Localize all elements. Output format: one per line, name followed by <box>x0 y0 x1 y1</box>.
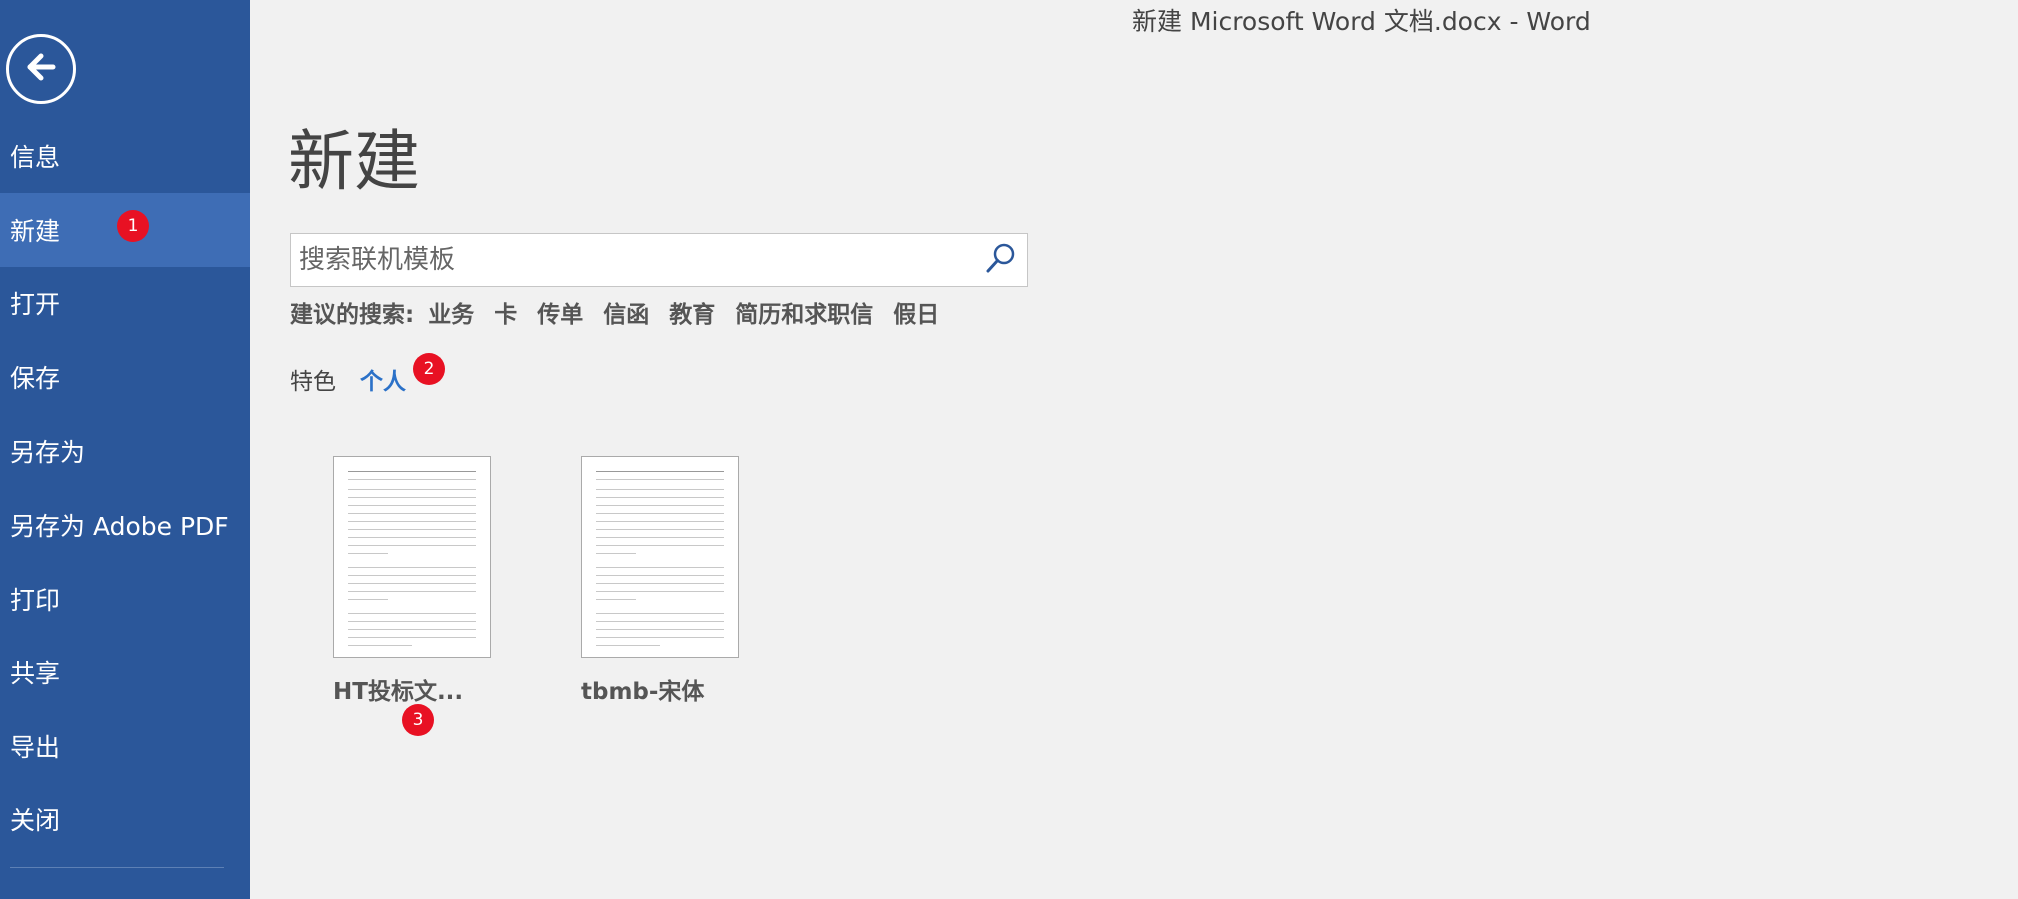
annotation-badge-1: 1 <box>117 210 149 242</box>
back-button[interactable] <box>6 34 76 104</box>
sidebar-item-label: 关闭 <box>10 806 61 835</box>
template-thumbnail <box>333 456 491 658</box>
window-title: 新建 Microsoft Word 文档.docx - Word <box>1132 7 1591 36</box>
sidebar-item-label: 共享 <box>10 659 61 688</box>
tab-featured[interactable]: 特色 <box>290 362 336 396</box>
template-thumbnail <box>581 456 739 658</box>
sidebar-item-label: 新建 <box>10 217 61 246</box>
search-input[interactable] <box>299 234 959 286</box>
template-name: tbmb-宋体 <box>581 679 705 705</box>
sidebar-item-label: 打印 <box>10 586 61 615</box>
sidebar-item-label: 打开 <box>10 290 61 319</box>
suggested-search-link[interactable]: 假日 <box>893 295 939 329</box>
sidebar-item-export[interactable]: 导出 <box>0 709 250 783</box>
sidebar-item-save[interactable]: 保存 <box>0 340 250 414</box>
search-icon <box>984 241 1018 279</box>
sidebar-item-label: 信息 <box>10 143 61 172</box>
back-arrow-icon <box>21 47 61 91</box>
annotation-badge-2: 2 <box>413 353 445 385</box>
template-tabs: 特色 个人 <box>290 362 406 396</box>
sidebar-item-label: 保存 <box>10 364 61 393</box>
template-search-box <box>290 233 1028 287</box>
template-name: HT投标文... <box>333 679 464 705</box>
suggested-search-link[interactable]: 信函 <box>603 295 649 329</box>
suggested-searches: 建议的搜索: 业务 卡 传单 信函 教育 简历和求职信 假日 <box>290 296 959 328</box>
sidebar-item-save-as-adobe-pdf[interactable]: 另存为 Adobe PDF <box>0 488 250 562</box>
suggested-search-link[interactable]: 卡 <box>494 295 517 329</box>
sidebar-item-label: 另存为 <box>10 438 86 467</box>
sidebar-item-open[interactable]: 打开 <box>0 266 250 340</box>
sidebar-item-print[interactable]: 打印 <box>0 562 250 636</box>
template-item[interactable]: HT投标文... <box>333 456 493 706</box>
suggested-search-link[interactable]: 业务 <box>428 295 474 329</box>
suggested-searches-label: 建议的搜索: <box>290 302 415 328</box>
sidebar-item-save-as[interactable]: 另存为 <box>0 414 250 488</box>
sidebar-item-info[interactable]: 信息 <box>0 119 250 193</box>
page-title: 新建 <box>288 123 420 200</box>
suggested-search-link[interactable]: 教育 <box>669 295 715 329</box>
template-item[interactable]: tbmb-宋体 <box>581 456 741 706</box>
search-button[interactable] <box>981 240 1021 280</box>
sidebar-item-close[interactable]: 关闭 <box>0 782 250 856</box>
sidebar-item-label: 另存为 Adobe PDF <box>10 512 229 541</box>
sidebar-item-share[interactable]: 共享 <box>0 635 250 709</box>
annotation-badge-3: 3 <box>402 704 434 736</box>
suggested-search-link[interactable]: 简历和求职信 <box>735 295 873 329</box>
suggested-search-link[interactable]: 传单 <box>537 295 583 329</box>
tab-personal[interactable]: 个人 <box>360 362 406 396</box>
backstage-sidebar: 信息 新建 打开 保存 另存为 另存为 Adobe PDF 打印 共享 导出 关… <box>0 0 250 899</box>
sidebar-item-label: 导出 <box>10 733 61 762</box>
sidebar-divider <box>10 867 224 868</box>
